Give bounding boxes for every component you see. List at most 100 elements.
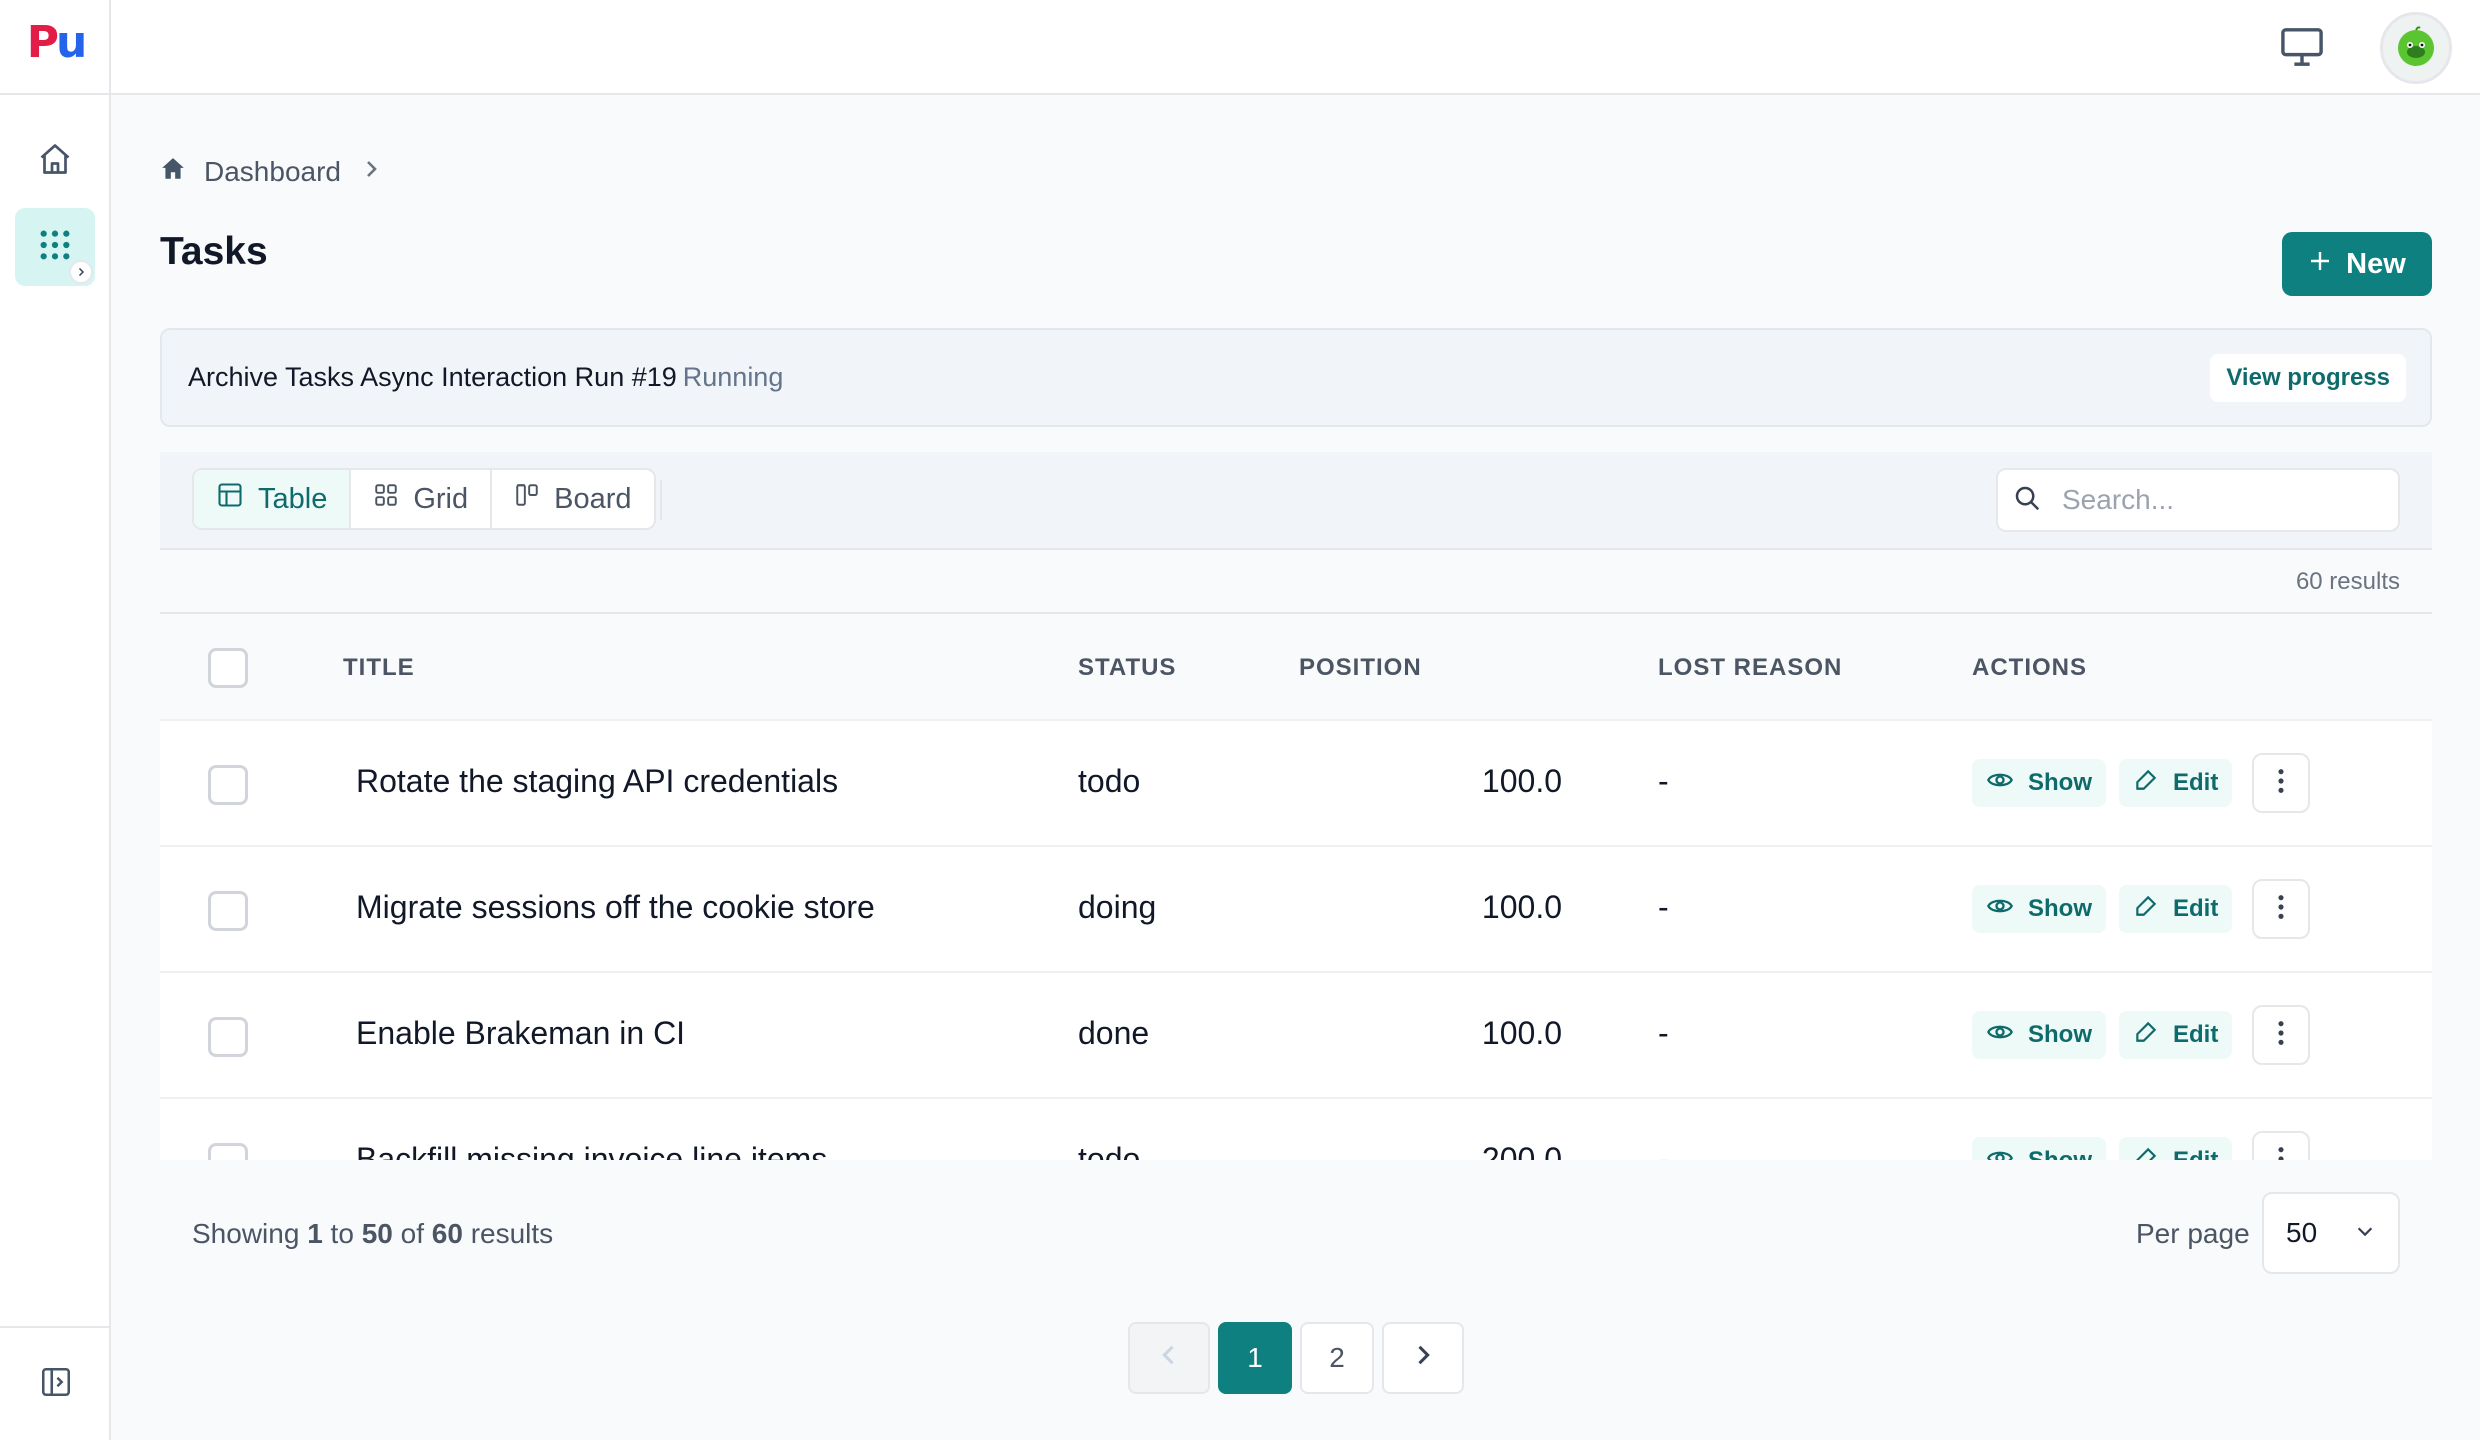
edit-icon bbox=[2133, 767, 2159, 800]
page-button-2[interactable]: 2 bbox=[1300, 1322, 1374, 1394]
sidebar: Pu bbox=[0, 0, 111, 1440]
new-task-button[interactable]: New bbox=[2282, 232, 2432, 296]
column-header-title[interactable]: TITLE bbox=[343, 654, 415, 682]
row-checkbox[interactable] bbox=[208, 765, 248, 805]
search-icon bbox=[2012, 483, 2042, 518]
table-row[interactable]: Enable Brakeman in CI done 100.0 - Show … bbox=[160, 973, 2432, 1099]
view-progress-button[interactable]: View progress bbox=[2210, 354, 2406, 402]
table-row[interactable]: Rotate the staging API credentials todo … bbox=[160, 721, 2432, 847]
show-button[interactable]: Show bbox=[1972, 1137, 2106, 1160]
cell-position: 200.0 bbox=[1481, 1141, 1562, 1160]
eye-icon bbox=[1986, 766, 2014, 801]
new-button-label: New bbox=[2346, 247, 2406, 280]
logo-mark: Pu bbox=[26, 17, 88, 68]
cell-lost-reason: - bbox=[1658, 1015, 1669, 1051]
page-title: Tasks bbox=[160, 230, 268, 273]
banner-status: Running bbox=[682, 362, 784, 392]
row-more-button[interactable] bbox=[2252, 1005, 2310, 1065]
edit-button[interactable]: Edit bbox=[2119, 759, 2233, 807]
cell-lost-reason: - bbox=[1658, 1141, 1669, 1160]
sidebar-item-home[interactable] bbox=[15, 122, 95, 200]
column-header-status[interactable]: STATUS bbox=[1078, 654, 1176, 682]
page-button-1[interactable]: 1 bbox=[1218, 1322, 1292, 1394]
grid-icon bbox=[373, 482, 399, 516]
cell-status: doing bbox=[1078, 889, 1157, 925]
user-avatar[interactable] bbox=[2380, 12, 2452, 84]
row-checkbox[interactable] bbox=[208, 1143, 248, 1160]
home-filled-icon bbox=[160, 156, 186, 189]
show-button[interactable]: Show bbox=[1972, 759, 2106, 807]
vertical-ellipsis-icon bbox=[2276, 767, 2286, 800]
edit-label: Edit bbox=[2173, 1147, 2218, 1160]
toolbar-divider bbox=[660, 480, 662, 520]
row-checkbox[interactable] bbox=[208, 891, 248, 931]
expand-chevron-icon[interactable] bbox=[69, 260, 93, 284]
sidebar-collapse-button[interactable] bbox=[0, 1326, 111, 1440]
cell-lost-reason: - bbox=[1658, 763, 1669, 799]
column-header-position[interactable]: POSITION bbox=[1299, 654, 1422, 682]
display-mode-button[interactable] bbox=[2279, 26, 2325, 68]
show-button[interactable]: Show bbox=[1972, 885, 2106, 933]
row-checkbox[interactable] bbox=[208, 1017, 248, 1057]
table-row[interactable]: Backfill missing invoice line items todo… bbox=[160, 1099, 2432, 1160]
eye-icon bbox=[1986, 1144, 2014, 1160]
avatar-icon bbox=[2391, 21, 2441, 76]
cell-title[interactable]: Enable Brakeman in CI bbox=[356, 1015, 685, 1052]
app-logo[interactable]: Pu bbox=[0, 0, 111, 95]
chevron-down-icon bbox=[2354, 1217, 2376, 1249]
tab-board-label: Board bbox=[554, 482, 632, 515]
edit-label: Edit bbox=[2173, 769, 2219, 796]
cell-title[interactable]: Migrate sessions off the cookie store bbox=[356, 889, 875, 926]
breadcrumb: Dashboard bbox=[160, 152, 383, 192]
previous-page-button[interactable] bbox=[1128, 1322, 1210, 1394]
per-page-select[interactable]: 50 bbox=[2262, 1192, 2400, 1274]
cell-position: 100.0 bbox=[1481, 1015, 1562, 1051]
async-run-banner: Archive Tasks Async Interaction Run #19 … bbox=[160, 328, 2432, 427]
chevron-right-icon bbox=[359, 156, 383, 188]
cell-position: 100.0 bbox=[1481, 763, 1562, 799]
table-row[interactable]: Migrate sessions off the cookie store do… bbox=[160, 847, 2432, 973]
cell-title[interactable]: Rotate the staging API credentials bbox=[356, 763, 838, 800]
tab-table[interactable]: Table bbox=[194, 470, 352, 528]
edit-label: Edit bbox=[2173, 1021, 2219, 1048]
edit-icon bbox=[2133, 1145, 2159, 1160]
view-switcher: Table Grid Board bbox=[192, 468, 656, 530]
edit-icon bbox=[2133, 1019, 2159, 1052]
select-all-checkbox[interactable] bbox=[208, 648, 248, 688]
show-button[interactable]: Show bbox=[1972, 1011, 2106, 1059]
column-header-actions: ACTIONS bbox=[1972, 654, 2087, 681]
cell-lost-reason: - bbox=[1658, 889, 1669, 925]
chevron-left-icon bbox=[1155, 1341, 1183, 1376]
next-page-button[interactable] bbox=[1382, 1322, 1464, 1394]
eye-icon bbox=[1986, 892, 2014, 927]
edit-button[interactable]: Edit bbox=[2119, 1137, 2233, 1160]
edit-icon bbox=[2133, 893, 2159, 926]
show-label: Show bbox=[2028, 1021, 2092, 1048]
table-header: TITLE STATUS POSITION LOST REASON ACTION… bbox=[160, 614, 2432, 721]
pagination-summary: Showing 1 to 50 of 60 results bbox=[192, 1218, 554, 1249]
per-page-label: Per page bbox=[2136, 1218, 2250, 1249]
show-label: Show bbox=[2028, 769, 2092, 796]
table-icon bbox=[216, 481, 244, 517]
column-header-lost-reason[interactable]: LOST REASON bbox=[1658, 654, 1842, 682]
per-page-value: 50 bbox=[2286, 1217, 2318, 1248]
row-more-button[interactable] bbox=[2252, 879, 2310, 939]
tab-board[interactable]: Board bbox=[492, 470, 653, 528]
sidebar-item-apps[interactable] bbox=[15, 208, 95, 286]
row-more-button[interactable] bbox=[2252, 753, 2310, 813]
breadcrumb-dashboard-link[interactable]: Dashboard bbox=[204, 156, 341, 188]
show-label: Show bbox=[2028, 895, 2092, 922]
table-body: Rotate the staging API credentials todo … bbox=[160, 721, 2432, 1160]
home-icon bbox=[37, 141, 73, 182]
vertical-ellipsis-icon bbox=[2276, 893, 2286, 926]
sidebar-toggle-icon bbox=[39, 1365, 73, 1404]
row-more-button[interactable] bbox=[2252, 1131, 2310, 1160]
search-input[interactable] bbox=[2062, 484, 2362, 516]
search-field[interactable] bbox=[1996, 468, 2400, 532]
edit-button[interactable]: Edit bbox=[2119, 1011, 2233, 1059]
cell-title[interactable]: Backfill missing invoice line items bbox=[356, 1141, 827, 1160]
tasks-table: TITLE STATUS POSITION LOST REASON ACTION… bbox=[160, 614, 2432, 1160]
eye-icon bbox=[1986, 1018, 2014, 1053]
tab-grid[interactable]: Grid bbox=[351, 470, 493, 528]
edit-button[interactable]: Edit bbox=[2119, 885, 2233, 933]
